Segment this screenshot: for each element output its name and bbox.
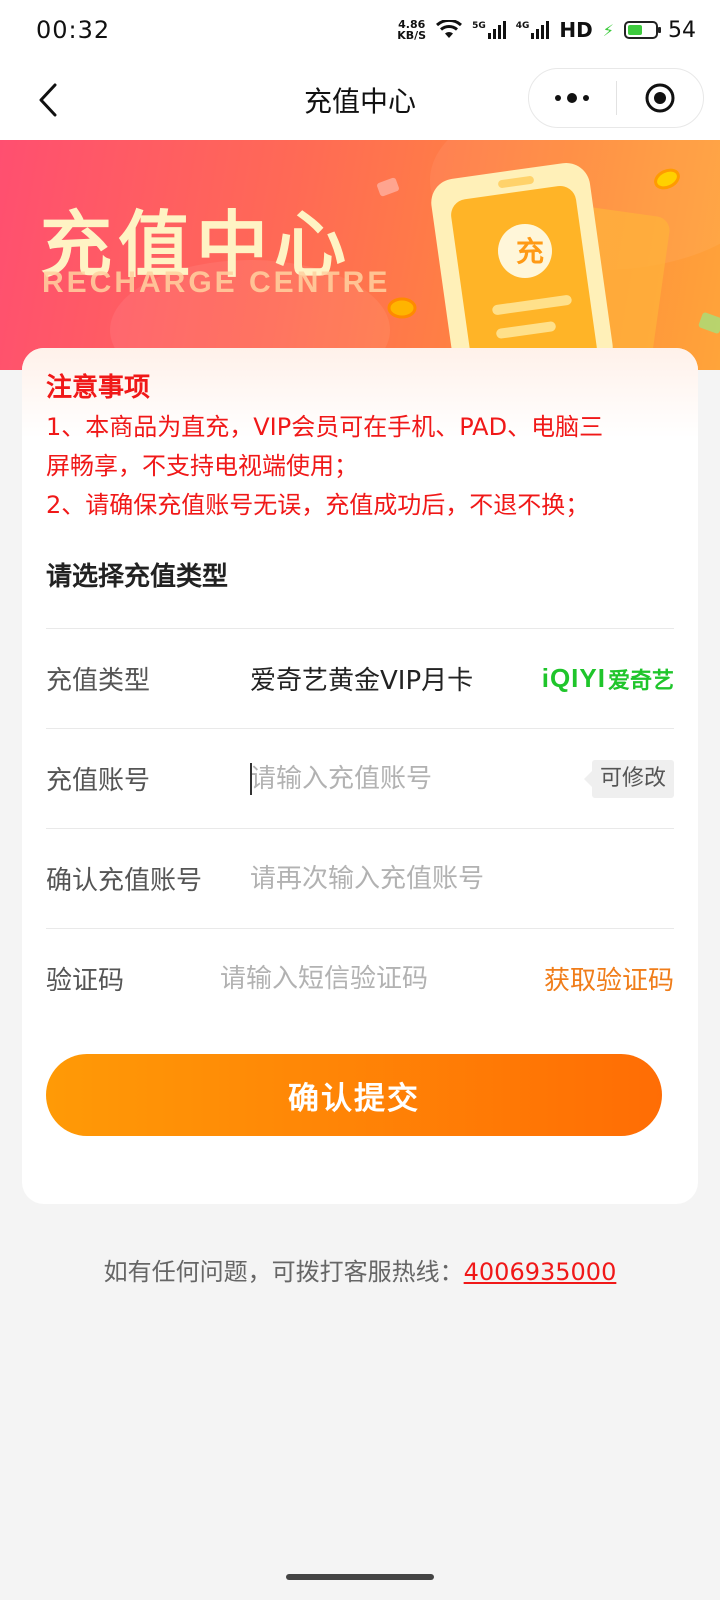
charging-icon: ⚡ — [602, 20, 614, 40]
recharge-type-row[interactable]: 充值类型 爱奇艺黄金VIP月卡 iQIYI 爱奇艺 — [46, 628, 674, 728]
more-dot-icon — [555, 95, 562, 101]
editable-tag: 可修改 — [583, 760, 674, 798]
text-cursor — [250, 763, 252, 795]
battery-level: 54 — [668, 17, 696, 43]
wifi-icon — [436, 20, 463, 38]
banner-subtitle: RECHARGE CENTRE — [42, 266, 391, 299]
hotline-link[interactable]: 4006935000 — [464, 1258, 617, 1286]
verification-code-label: 验证码 — [46, 966, 125, 996]
footer-text: 如有任何问题，可拨打客服热线： — [103, 1258, 464, 1286]
recharge-form: 充值类型 爱奇艺黄金VIP月卡 iQIYI 爱奇艺 充值账号 可修改 确认充值账… — [46, 628, 674, 1028]
iqiyi-logo-latin: iQIYI — [541, 663, 606, 693]
submit-button[interactable]: 确认提交 — [46, 1054, 662, 1136]
signal-5g-label: 5G — [472, 21, 486, 31]
network-speed-unit: KB/S — [397, 29, 427, 42]
confirm-account-row: 确认充值账号 — [46, 828, 674, 928]
page-title: 充值中心 — [303, 85, 416, 118]
get-code-button[interactable]: 获取验证码 — [544, 960, 674, 997]
customer-service-footer: 如有任何问题，可拨打客服热线：4006935000 — [0, 1252, 720, 1287]
notice-line: 屏畅享，不支持电视端使用； — [46, 452, 358, 480]
chevron-left-icon — [39, 83, 57, 117]
verification-code-input[interactable] — [219, 958, 544, 999]
back-button[interactable] — [28, 80, 68, 120]
recharge-card: 注意事项 1、本商品为直充，VIP会员可在手机、PAD、电脑三 屏畅享，不支持电… — [22, 348, 698, 1204]
account-label: 充值账号 — [46, 766, 151, 796]
more-button[interactable] — [529, 93, 616, 103]
section-title: 请选择充值类型 — [46, 562, 229, 592]
close-miniprogram-button[interactable] — [617, 82, 704, 114]
more-dot-icon — [567, 93, 578, 103]
target-close-icon — [645, 83, 675, 113]
notice-line: 2、请确保充值账号无误，充值成功后，不退不换； — [46, 491, 590, 519]
nav-bar: 充值中心 — [0, 60, 720, 140]
signal-4g-label: 4G — [515, 21, 530, 31]
status-bar: 00:32 4.86 KB/S 5G 4G HD ⚡ 54 — [0, 0, 720, 60]
mini-program-capsule — [528, 68, 704, 128]
phone-illustration — [387, 162, 680, 370]
signal-bars-icon — [531, 21, 550, 39]
more-dot-icon — [583, 95, 590, 101]
verification-code-row: 验证码 获取验证码 — [46, 928, 674, 1028]
recharge-banner: 充值中心 RECHARGE CENTRE 充 — [0, 140, 720, 370]
notice-line: 1、本商品为直充，VIP会员可在手机、PAD、电脑三 — [46, 413, 604, 441]
iqiyi-logo-cn: 爱奇艺 — [607, 668, 674, 694]
account-row: 充值账号 可修改 — [46, 728, 674, 828]
status-time: 00:32 — [36, 16, 111, 44]
recharge-type-value: 爱奇艺黄金VIP月卡 — [250, 666, 474, 696]
confirm-account-label: 确认充值账号 — [46, 866, 203, 896]
home-indicator[interactable] — [286, 1574, 434, 1580]
network-speed: 4.86 KB/S — [397, 19, 426, 41]
signal-5g: 5G — [472, 21, 506, 39]
recharge-type-label: 充值类型 — [46, 666, 151, 696]
banner-badge: 充 — [515, 235, 544, 268]
battery-icon — [624, 21, 661, 39]
confirm-account-input[interactable] — [250, 858, 674, 899]
iqiyi-logo: iQIYI 爱奇艺 — [542, 663, 674, 695]
notice-section: 注意事项 1、本商品为直充，VIP会员可在手机、PAD、电脑三 屏畅享，不支持电… — [46, 368, 686, 525]
signal-4g: 4G — [516, 21, 550, 39]
notice-title: 注意事项 — [46, 373, 151, 403]
status-icons: 4.86 KB/S 5G 4G HD ⚡ 54 — [397, 18, 696, 43]
signal-bars-icon — [487, 21, 506, 39]
hd-label: HD — [559, 18, 593, 42]
